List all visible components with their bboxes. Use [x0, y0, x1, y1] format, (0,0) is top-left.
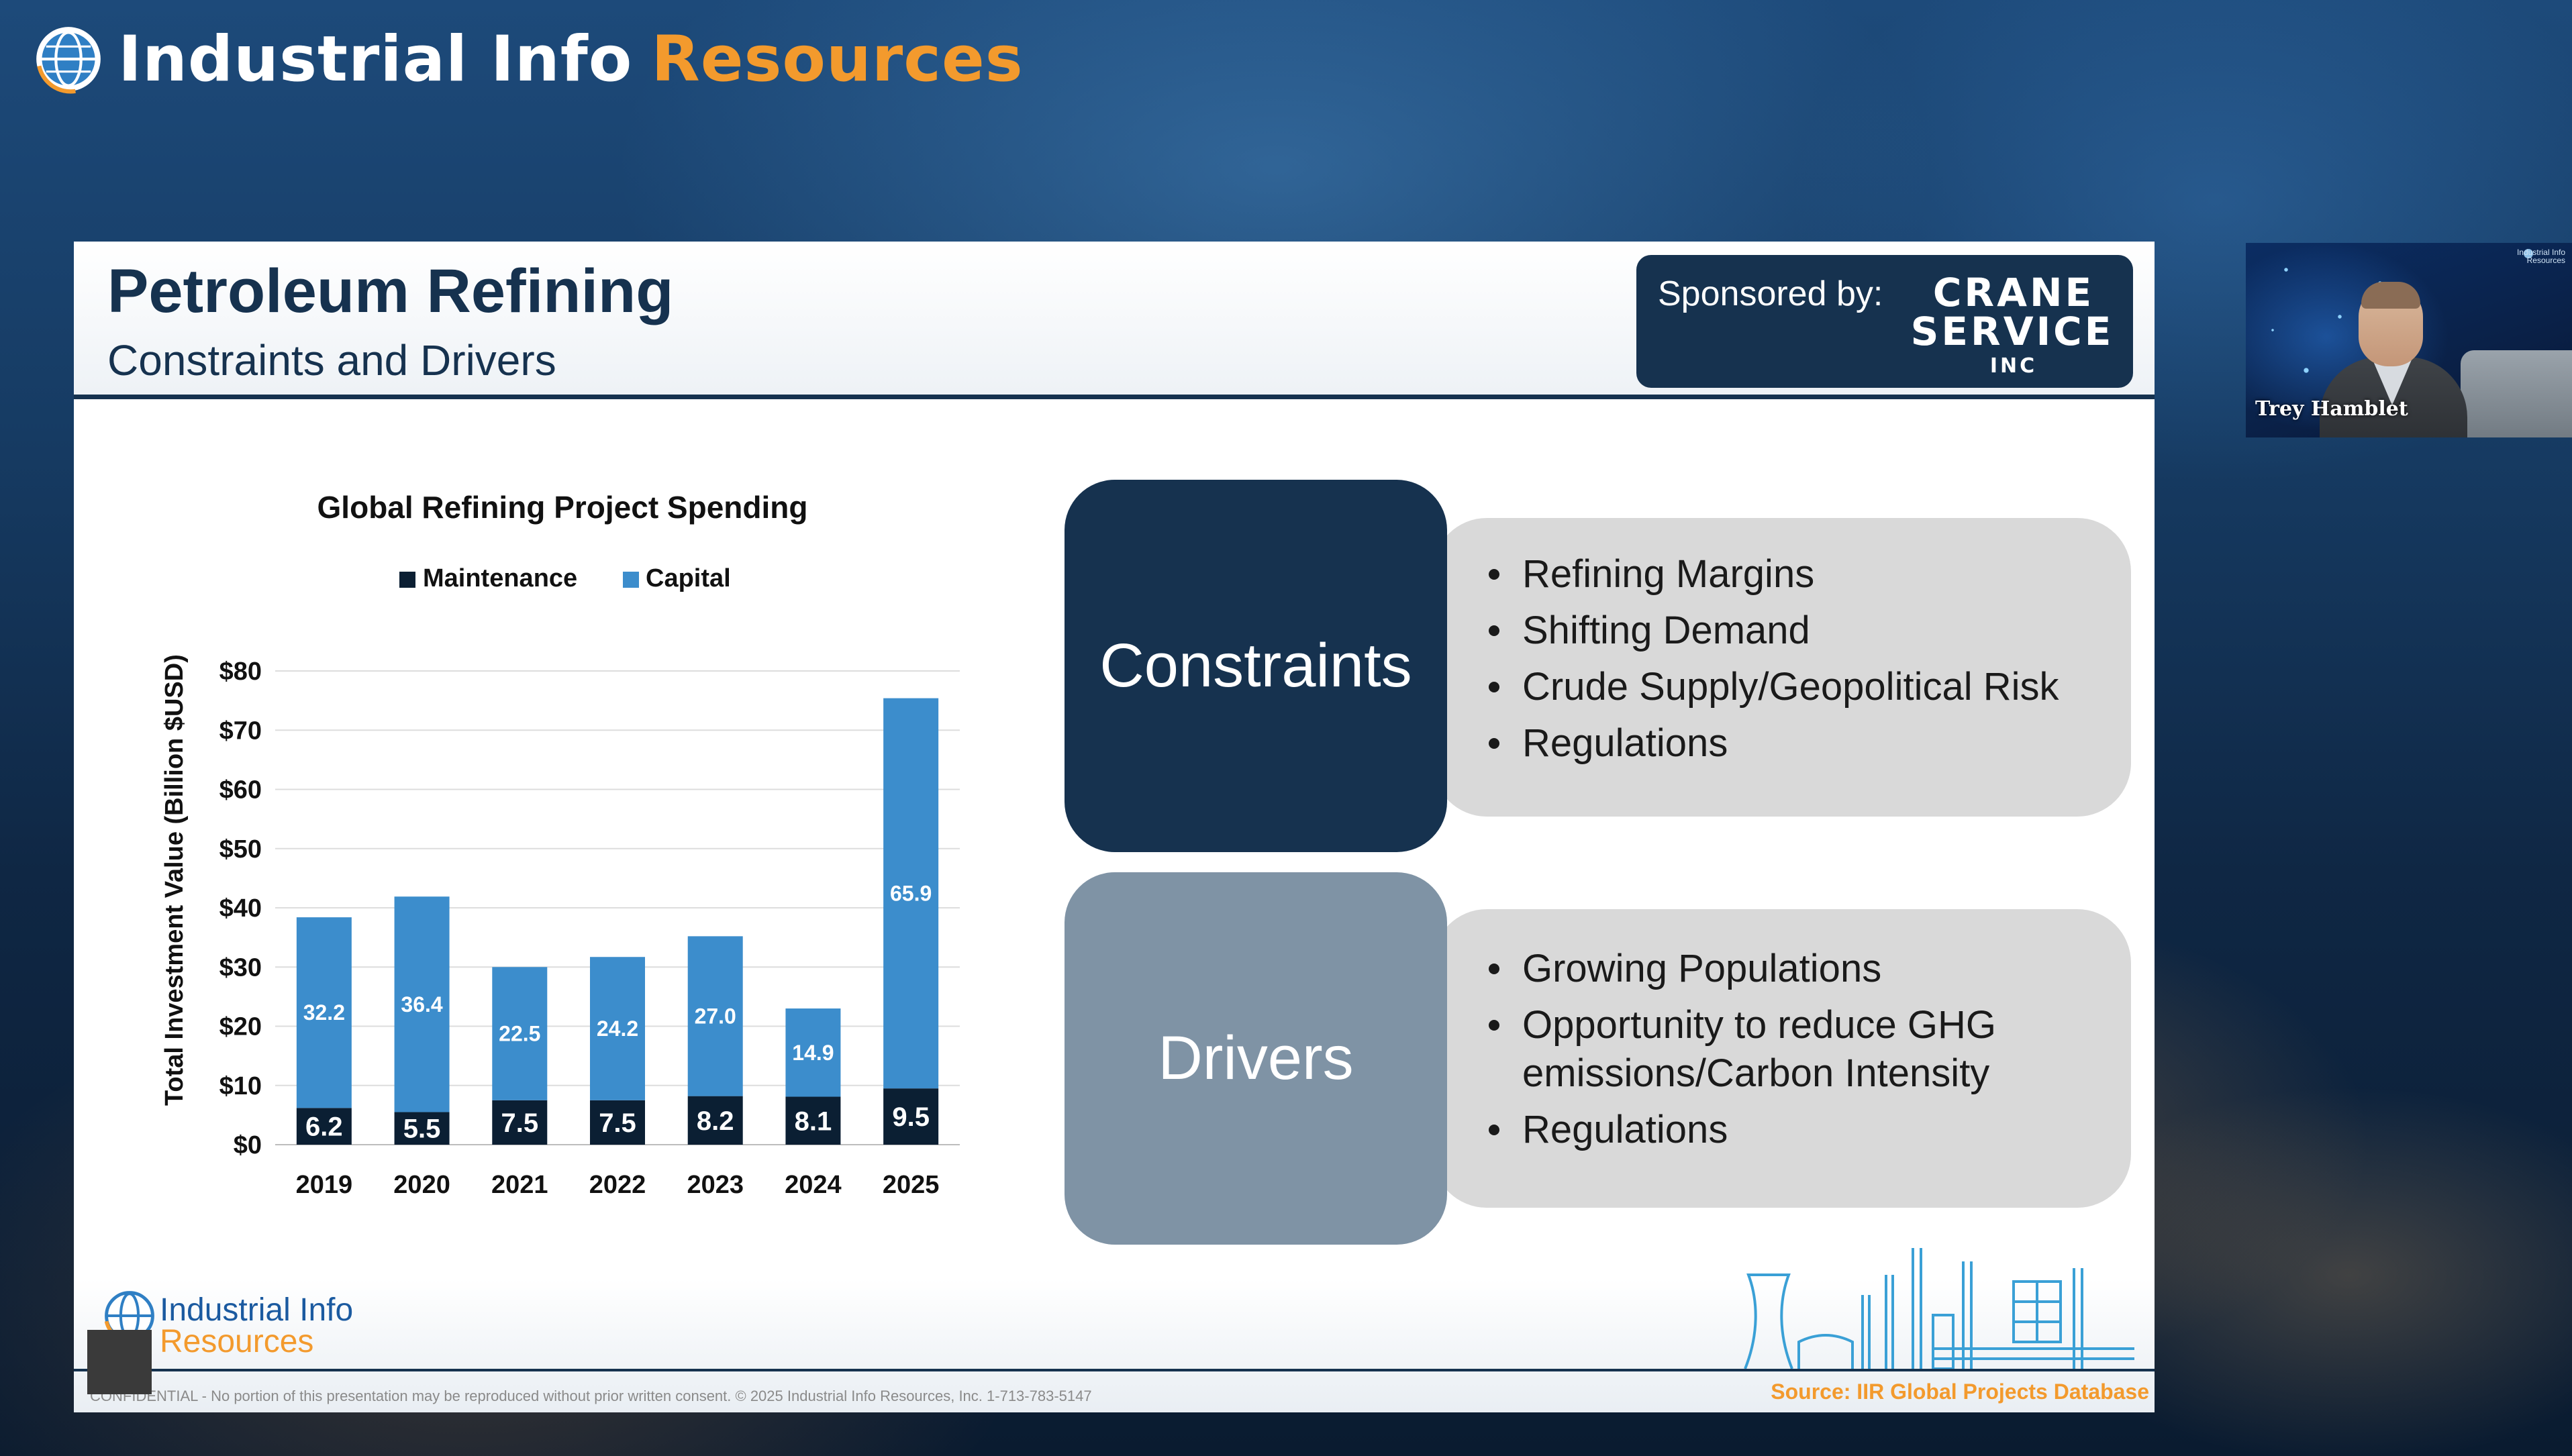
bar-data-label: 36.4	[401, 992, 442, 1017]
x-tick-label: 2022	[589, 1171, 646, 1199]
constraints-item: Regulations	[1483, 719, 2101, 768]
overlay-square	[87, 1330, 152, 1394]
x-tick-label: 2019	[296, 1171, 353, 1199]
drivers-heading: Drivers	[1158, 1024, 1354, 1092]
x-tick-label: 2024	[785, 1171, 842, 1199]
video-watermark: Industrial Info Resources	[2517, 248, 2565, 264]
participant-hair	[2361, 282, 2420, 309]
drivers-item: Growing Populations	[1483, 945, 2047, 993]
constraints-heading-box: Constraints	[1065, 480, 1447, 852]
video-background-shape	[2461, 350, 2572, 437]
x-tick-label: 2020	[393, 1171, 450, 1199]
globe-logo-icon	[36, 27, 101, 94]
y-tick-label: $80	[219, 658, 262, 686]
bar-data-label: 24.2	[597, 1017, 638, 1041]
drivers-heading-box: Drivers	[1065, 872, 1447, 1245]
y-tick-label: $10	[219, 1072, 262, 1100]
y-tick-label: $0	[234, 1131, 262, 1159]
bar-data-label: 22.5	[499, 1022, 540, 1046]
footer-logo-line2: Resources	[160, 1324, 314, 1359]
sponsor-logo-line2: SERVICE	[1910, 309, 2114, 354]
y-tick-label: $30	[219, 953, 262, 982]
y-axis-label: Total Investment Value (Billion $USD)	[160, 654, 189, 1106]
legend-swatch-capital	[623, 572, 639, 588]
participant-video-tile[interactable]: Industrial Info Resources Trey Hamblet	[2246, 243, 2572, 437]
y-axis-ticks: $0 $10 $20 $30 $40 $50 $60 $70 $80	[219, 658, 262, 1159]
source-note: Source: IIR Global Projects Database	[1771, 1380, 2149, 1404]
bar-data-label: 14.9	[792, 1041, 834, 1065]
refinery-illustration-icon	[1738, 1248, 2141, 1371]
spending-chart: Global Refining Project Spending Mainten…	[160, 490, 960, 1199]
x-tick-label: 2023	[687, 1171, 744, 1199]
legend-swatch-maintenance	[399, 572, 415, 588]
bar-data-label: 32.2	[303, 1000, 345, 1025]
x-tick-label: 2021	[491, 1171, 548, 1199]
sponsor-label: Sponsored by:	[1658, 274, 1883, 313]
drivers-item: Opportunity to reduce GHG emissions/Carb…	[1483, 1001, 2047, 1098]
x-axis-ticks: 2019 2020 2021 2022 2023 2024 2025	[296, 1171, 940, 1199]
slide-subtitle: Constraints and Drivers	[107, 336, 556, 384]
legend-label-capital: Capital	[646, 564, 731, 592]
bar-data-label: 8.1	[795, 1106, 832, 1136]
legend-label-maintenance: Maintenance	[423, 564, 577, 592]
confidential-notice: CONFIDENTIAL - No portion of this presen…	[90, 1388, 1092, 1404]
x-tick-label: 2025	[883, 1171, 940, 1199]
presentation-slide: Petroleum Refining Constraints and Drive…	[74, 242, 2155, 1412]
y-tick-label: $60	[219, 776, 262, 804]
bar-data-label: 27.0	[695, 1004, 736, 1028]
footer-divider	[74, 1369, 2155, 1371]
bar-data-label: 8.2	[697, 1106, 734, 1136]
y-tick-label: $70	[219, 717, 262, 745]
bar-data-label: 5.5	[403, 1114, 441, 1144]
bar-data-label: 9.5	[892, 1102, 930, 1132]
participant-name: Trey Hamblet	[2255, 397, 2408, 421]
sponsor-box: Sponsored by: CRANE SERVICE INC	[1636, 255, 2133, 388]
brand-header: Industrial Info Resources	[34, 19, 1024, 99]
bar-data-label: 6.2	[305, 1112, 343, 1142]
chart-title: Global Refining Project Spending	[317, 490, 808, 525]
chart-bars: 6.2 32.2 5.5 36.4 7.5 22.5 7.5 24.2 8.2 27.0 8.1 14…	[296, 698, 939, 1145]
constraints-item: Crude Supply/Geopolitical Risk	[1483, 663, 2101, 711]
sponsor-logo-line3: INC	[1989, 354, 2038, 378]
bar-data-label: 7.5	[599, 1108, 636, 1138]
brand-name-accent: Resources	[651, 22, 1024, 96]
y-tick-label: $40	[219, 894, 262, 923]
watermark-line2: Resources	[2526, 256, 2565, 265]
bar-data-label: 65.9	[890, 881, 932, 905]
bar-data-label: 7.5	[501, 1108, 538, 1138]
drivers-list: Growing Populations Opportunity to reduc…	[1483, 945, 2047, 1162]
constraints-item: Refining Margins	[1483, 550, 2101, 599]
y-tick-label: $20	[219, 1013, 262, 1041]
chart-legend: Maintenance Capital	[399, 564, 731, 592]
drivers-item: Regulations	[1483, 1106, 2047, 1154]
slide-header: Petroleum Refining Constraints and Drive…	[74, 242, 2155, 399]
constraints-item: Shifting Demand	[1483, 607, 2101, 655]
y-tick-label: $50	[219, 835, 262, 864]
brand-name-primary: Industrial Info	[118, 22, 633, 96]
slide-title: Petroleum Refining	[107, 257, 674, 325]
constraints-heading: Constraints	[1099, 631, 1412, 700]
constraints-list: Refining Margins Shifting Demand Crude S…	[1483, 550, 2101, 776]
